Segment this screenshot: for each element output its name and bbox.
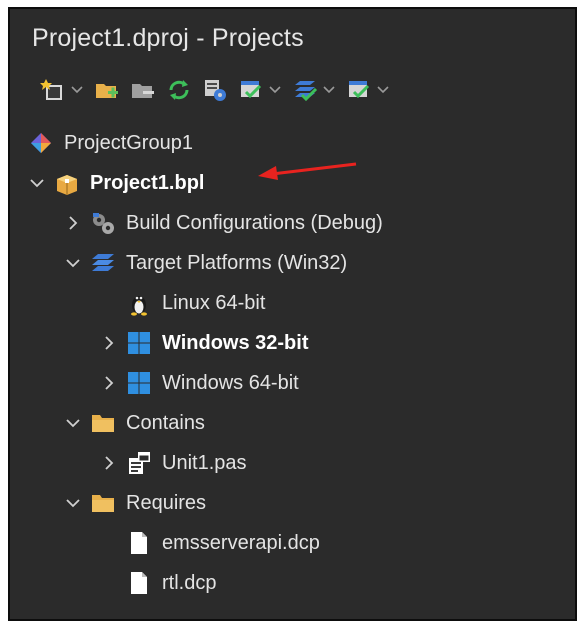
build-all-dropdown-chevron-icon[interactable] [320, 75, 338, 105]
chevron-right-icon[interactable] [100, 454, 118, 472]
sync-icon[interactable] [164, 75, 194, 105]
add-folder-icon[interactable] [92, 75, 122, 105]
new-dropdown-chevron-icon[interactable] [68, 75, 86, 105]
package-icon [54, 170, 80, 196]
pas-file-icon [126, 450, 152, 476]
projects-panel: Project1.dproj - Projects ProjectGroup1 … [8, 7, 577, 621]
build-config-dropdown-chevron-icon[interactable] [266, 75, 284, 105]
deploy-dropdown-chevron-icon[interactable] [374, 75, 392, 105]
tree-item-label: Project1.bpl [90, 171, 205, 194]
tree-item-unit1[interactable]: Unit1.pas [10, 443, 575, 483]
remove-folder-icon[interactable] [128, 75, 158, 105]
tree-item-label: Windows 64-bit [162, 371, 299, 394]
platforms-icon [90, 250, 116, 276]
tree-item-contains[interactable]: Contains [10, 403, 575, 443]
tree-item-project-group[interactable]: ProjectGroup1 [10, 123, 575, 163]
chevron-right-icon[interactable] [100, 334, 118, 352]
deploy-icon[interactable] [344, 75, 374, 105]
annotation-arrow-icon [258, 162, 357, 180]
new-icon[interactable] [38, 75, 68, 105]
tree-item-label: Windows 32-bit [162, 331, 309, 354]
tree-item-label: ProjectGroup1 [64, 131, 193, 154]
tree-item-label: Linux 64-bit [162, 291, 266, 314]
tree-item-requires[interactable]: Requires [10, 483, 575, 523]
tree-item-rtl[interactable]: rtl.dcp [10, 563, 575, 603]
chevron-right-icon[interactable] [64, 214, 82, 232]
panel-title: Project1.dproj - Projects [32, 23, 304, 52]
tree-item-label: emsserverapi.dcp [162, 531, 320, 554]
project-tree: ProjectGroup1 Project1.bpl Build Configu… [10, 123, 575, 603]
chevron-down-icon[interactable] [64, 494, 82, 512]
chevron-right-icon[interactable] [100, 374, 118, 392]
tree-item-platform-linux64[interactable]: Linux 64-bit [10, 283, 575, 323]
options-icon[interactable] [200, 75, 230, 105]
chevron-down-icon[interactable] [64, 414, 82, 432]
file-icon [126, 570, 152, 596]
tree-item-label: Build Configurations (Debug) [126, 211, 383, 234]
windows-icon [126, 370, 152, 396]
tree-item-label: Contains [126, 411, 205, 434]
chevron-down-icon[interactable] [28, 174, 46, 192]
gears-icon [90, 210, 116, 236]
tree-item-target-platforms[interactable]: Target Platforms (Win32) [10, 243, 575, 283]
build-all-icon[interactable] [290, 75, 320, 105]
tree-item-label: rtl.dcp [162, 571, 217, 594]
tree-item-label: Requires [126, 491, 207, 514]
folder-icon [90, 490, 116, 516]
project-group-icon [28, 130, 54, 156]
chevron-down-icon[interactable] [64, 254, 82, 272]
build-config-icon[interactable] [236, 75, 266, 105]
file-icon [126, 530, 152, 556]
tree-item-label: Target Platforms (Win32) [126, 251, 348, 274]
tree-item-build-configurations[interactable]: Build Configurations (Debug) [10, 203, 575, 243]
toolbar [10, 67, 575, 113]
tree-item-emsserverapi[interactable]: emsserverapi.dcp [10, 523, 575, 563]
tree-item-platform-win32[interactable]: Windows 32-bit [10, 323, 575, 363]
tree-item-platform-win64[interactable]: Windows 64-bit [10, 363, 575, 403]
windows-icon [126, 330, 152, 356]
folder-icon [90, 410, 116, 436]
tree-item-label: Unit1.pas [162, 451, 247, 474]
linux-icon [126, 290, 152, 316]
